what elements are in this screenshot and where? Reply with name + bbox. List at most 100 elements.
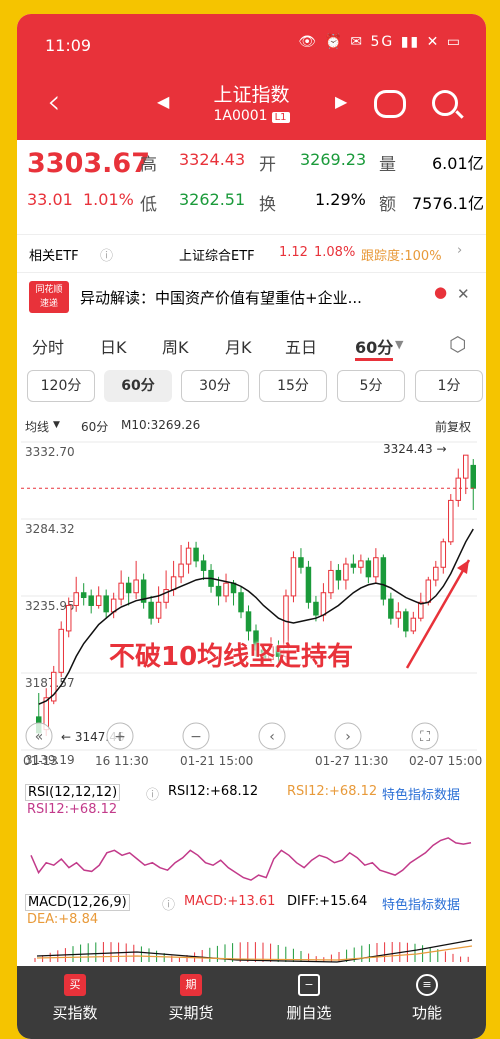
candle-body: [350, 563, 357, 568]
candle-body: [358, 560, 364, 568]
nav-functions[interactable]: ≡ 功能: [377, 974, 477, 1023]
chart-period: 60分: [81, 420, 109, 434]
help-icon: ⓘ: [162, 898, 176, 913]
stock-code: 1A0001: [213, 108, 268, 124]
open-label: 开: [259, 155, 276, 175]
tab-five-day[interactable]: 五日: [285, 334, 317, 358]
time-axis: 01-13 16 11:30 01-21 15:00 01-27 11:30 0…: [17, 752, 486, 772]
candle-body: [193, 547, 199, 562]
macd-header: MACD(12,26,9) ⓘ MACD:+13.61 DIFF:+15.64 …: [17, 890, 486, 930]
candle-body: [73, 592, 79, 606]
etf-tracking: 跟踪度:100%: [361, 249, 442, 264]
candle-body: [373, 557, 379, 578]
x-tick: 01-13: [23, 754, 58, 768]
news-logo: 同花顺 速递: [29, 281, 69, 313]
candle-body: [403, 611, 409, 632]
candlestick-chart[interactable]: 3332.703284.323235.953187.573139.193324.…: [17, 436, 486, 766]
candle-body: [58, 628, 64, 673]
ma10-value: M10:3269.26: [121, 418, 201, 432]
news-brand-sub: 速递: [39, 299, 58, 309]
amount-label: 额: [379, 195, 396, 215]
ma-selector[interactable]: 均线: [25, 418, 49, 435]
sub-tab-5[interactable]: 5分: [337, 370, 405, 402]
sub-tab-60[interactable]: 60分: [104, 370, 172, 402]
app-frame: 11:09 👁 ⏰ ✉ 5G ▮▮ ✕ ▭ ‹ ◀ 上证指数 1A0001 L1 …: [17, 14, 486, 1039]
candle-body: [178, 563, 184, 578]
tab-monthly[interactable]: 月K: [225, 334, 252, 358]
x-tick: 02-07 15:00: [409, 754, 483, 768]
candle-body: [425, 579, 432, 603]
status-bar: 11:09 👁 ⏰ ✉ 5G ▮▮ ✕ ▭: [17, 14, 486, 72]
candle-body: [103, 595, 109, 613]
y-tick-label: 3332.70: [25, 445, 75, 459]
candle-body: [298, 557, 304, 568]
close-icon[interactable]: ✕: [457, 285, 470, 303]
high-label: 高: [140, 155, 157, 175]
candle-body: [125, 582, 132, 594]
candle-body: [155, 601, 162, 619]
sub-tab-15[interactable]: 15分: [259, 370, 327, 402]
robot-icon[interactable]: [374, 90, 406, 118]
zoom-out-icon-glyph: «: [35, 729, 44, 745]
tab-daily[interactable]: 日K: [100, 334, 127, 358]
y-tick-label: 3187.57: [25, 676, 75, 690]
x-tick: 16 11:30: [95, 754, 149, 768]
candle-body: [80, 592, 87, 599]
candle-body: [395, 611, 402, 619]
volume-value: 6.01亿: [432, 154, 484, 173]
tab-weekly[interactable]: 周K: [162, 334, 189, 358]
sub-tab-120[interactable]: 120分: [27, 370, 95, 402]
related-etf-row[interactable]: 相关ETF ⓘ 上证综合ETF 1.12 1.08% 跟踪度:100% ›: [17, 234, 486, 268]
candle-body: [185, 547, 192, 565]
nav-remove-watchlist[interactable]: − 删自选: [259, 974, 359, 1023]
next-stock-icon[interactable]: ▶: [335, 92, 347, 111]
candle-body: [335, 569, 342, 581]
nav-label: 买指数: [52, 1004, 98, 1022]
scroll-left-icon-glyph: ‹: [269, 729, 275, 745]
sub-tab-1[interactable]: 1分: [415, 370, 483, 402]
chevron-right-icon: ›: [457, 243, 463, 258]
low-value: 3262.51: [179, 190, 246, 209]
nav-buy-index[interactable]: 买买指数: [25, 974, 125, 1023]
sub-tab-30[interactable]: 30分: [181, 370, 249, 402]
rsi-feature-link[interactable]: 特色指标数据: [382, 784, 460, 803]
candle-body: [313, 601, 319, 616]
sub-period-tabs: 120分 60分 30分 15分 5分 1分: [17, 370, 486, 408]
bottom-nav: 买买指数 期买期货 − 删自选 ≡ 功能: [17, 966, 486, 1039]
rsi-sub-value: RSI12:+68.12: [27, 802, 118, 817]
nav-buy-futures[interactable]: 期买期货: [141, 974, 241, 1023]
candle-body: [65, 604, 72, 632]
news-banner[interactable]: 同花顺 速递 异动解读：中国资产价值有望重估+企业... ● ✕: [17, 272, 486, 320]
news-text: 异动解读：中国资产价值有望重估+企业...: [80, 289, 362, 307]
settings-hex-icon[interactable]: ⬡: [449, 332, 466, 356]
macd-selector[interactable]: MACD(12,26,9): [25, 894, 130, 911]
change-value: 33.01: [27, 190, 73, 209]
candle-body: [448, 499, 454, 543]
candle-body: [110, 598, 117, 613]
turnover-label: 换: [259, 195, 276, 215]
tab-60min[interactable]: 60分: [355, 334, 394, 361]
title-bar: ‹ ◀ 上证指数 1A0001 L1 ▶: [17, 72, 486, 140]
candle-body: [305, 566, 312, 603]
chart-info-bar: 均线 ▼ 60分 M10:3269.26 前复权: [17, 416, 486, 436]
macd-chart: [34, 939, 473, 963]
minus-icon: −: [298, 974, 320, 996]
last-price: 3303.67: [27, 148, 150, 179]
adjust-mode[interactable]: 前复权: [435, 418, 471, 435]
macd-feature-link[interactable]: 特色指标数据: [382, 894, 460, 913]
candle-body: [88, 595, 94, 606]
candle-body: [170, 576, 177, 591]
x-tick: 01-27 11:30: [315, 754, 389, 768]
high-value: 3324.43: [179, 150, 246, 169]
low-label: 低: [140, 195, 157, 215]
rsi-selector[interactable]: RSI(12,12,12): [25, 784, 121, 801]
status-icons: 👁 ⏰ ✉ 5G ▮▮ ✕ ▭: [298, 34, 462, 50]
candle-body: [238, 592, 244, 613]
search-icon[interactable]: [432, 90, 458, 116]
tab-timeshare[interactable]: 分时: [32, 334, 64, 358]
dropdown-icon[interactable]: ▼: [395, 338, 403, 351]
candle-body: [133, 579, 139, 594]
level-badge: L1: [271, 112, 290, 123]
candle-body: [320, 592, 327, 616]
minus-icon-glyph: −: [190, 729, 202, 745]
